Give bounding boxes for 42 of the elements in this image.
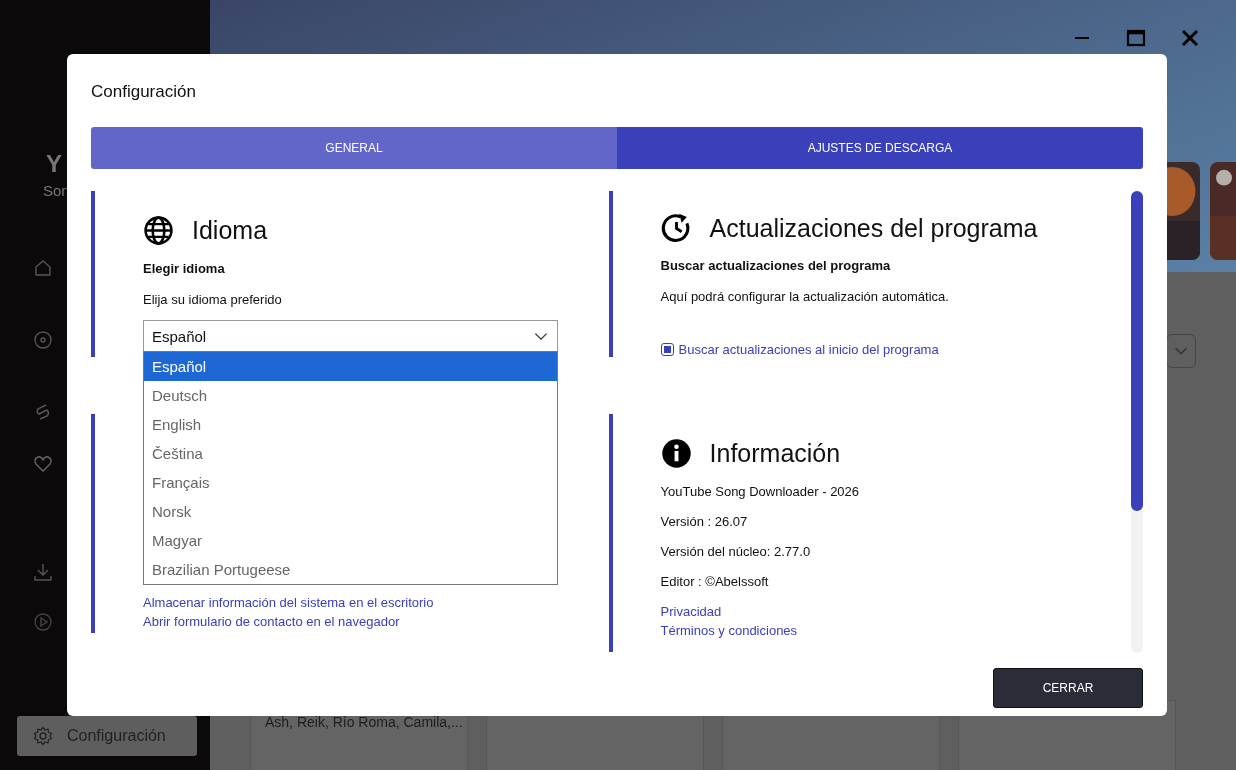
support-link[interactable]: Abrir formulario de contacto en el navegador [143, 614, 400, 629]
field-hint: Aquí podrá configurar la actualización automática. [660, 289, 949, 304]
info-text: YouTube Song Downloader - 2026 [660, 484, 860, 499]
language-option[interactable]: Español [144, 352, 557, 381]
close-button[interactable]: CERRAR [993, 668, 1143, 708]
field-label: Elegir idioma [143, 261, 225, 276]
scrollbar[interactable] [1131, 191, 1143, 653]
tab[interactable]: GENERAL [91, 127, 617, 169]
section-heading: Idioma [192, 215, 268, 245]
download-icon[interactable] [33, 562, 53, 582]
home-icon[interactable] [33, 258, 53, 278]
field-hint: Elija su idioma preferido [143, 292, 282, 307]
disc-icon[interactable] [33, 330, 53, 350]
language-option[interactable]: English [144, 410, 557, 439]
tab[interactable]: AJUSTES DE DESCARGA [617, 127, 1143, 169]
info-text: Versión : 26.07 [660, 514, 748, 529]
language-option[interactable]: Čeština [144, 439, 557, 468]
language-option[interactable]: Norsk [144, 497, 557, 526]
language-option[interactable]: Brazilian Portugeese [144, 555, 557, 584]
language-option[interactable]: Magyar [144, 526, 557, 555]
legal-link[interactable]: Términos y condiciones [660, 623, 798, 638]
info-text: Editor : ©Abelssoft [660, 574, 769, 589]
support-link[interactable]: Almacenar información del sistema en el escritorio [143, 595, 434, 610]
settings-icon [33, 726, 53, 746]
language-option[interactable]: Français [144, 468, 557, 497]
play-icon[interactable] [33, 612, 53, 632]
maximize-icon[interactable] [1126, 28, 1146, 48]
field-label: Buscar actualizaciones del programa [660, 258, 891, 273]
globe-icon [143, 214, 174, 246]
update-checkbox[interactable]: Buscar actualizaciones al inicio del programa [660, 342, 939, 357]
app-title: Y [46, 150, 63, 178]
clock-refresh-icon [660, 213, 692, 244]
dialog-title: Configuración [91, 82, 197, 103]
close-icon[interactable] [1180, 28, 1200, 48]
heart-icon[interactable] [33, 454, 53, 474]
section-heading: Información [709, 438, 841, 468]
info-text: Versión del núcleo: 2.77.0 [660, 544, 811, 559]
section-heading: Actualizaciones del programa [709, 214, 1038, 243]
artist-names: Ash, Reik, Río Roma, Camila,... [265, 714, 463, 730]
info-icon [660, 437, 692, 469]
language-option[interactable]: Deutsch [144, 381, 557, 410]
legal-link[interactable]: Privacidad [660, 604, 798, 619]
